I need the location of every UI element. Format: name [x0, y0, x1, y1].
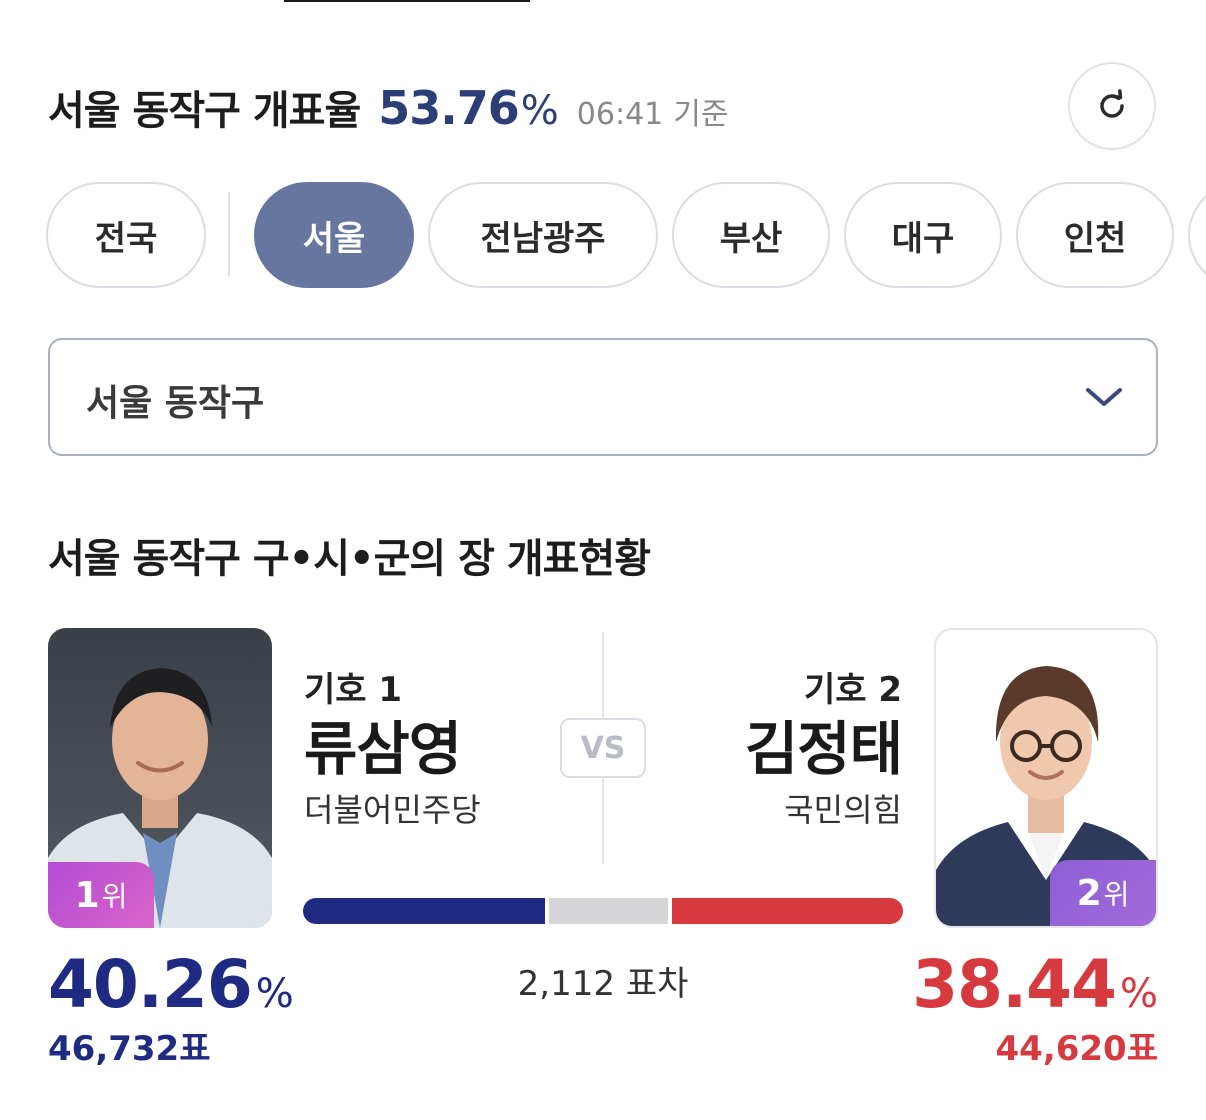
chevron-down-icon [1086, 388, 1122, 406]
candidate-party: 국민의힘 [784, 791, 902, 829]
tab-region-1[interactable]: 서울 [254, 182, 414, 288]
vs-badge: VS [560, 718, 646, 778]
tab-region-3[interactable]: 부산 [672, 182, 830, 288]
rank-unit: 위 [101, 880, 128, 913]
header: 서울 동작구 개표율 53.76 % 06:41 기준 [48, 78, 729, 135]
tab-label: 인천 [1063, 218, 1127, 259]
page-title: 서울 동작구 개표율 [48, 88, 361, 134]
vote-percent: 38.44 [912, 946, 1117, 1023]
candidate-1-result: 40.26% 46,732표 [48, 946, 294, 1070]
candidate-name: 류삼영 [304, 715, 462, 783]
tab-label: 부산 [719, 218, 783, 259]
section-title: 서울 동작구 구•시•군의 장 개표현황 [48, 536, 651, 582]
rank-number: 1 [74, 874, 100, 916]
district-select-value: 서울 동작구 [86, 383, 265, 424]
tab-region-5[interactable]: 인천 [1016, 182, 1174, 288]
count-rate-value: 53.76 [378, 81, 520, 135]
candidate-2-photo: 2위 [934, 628, 1158, 928]
candidate-1-info: 기호 1 류삼영 더불어민주당 [304, 668, 481, 834]
top-divider [284, 0, 530, 2]
vote-count: 44,620표 [995, 1029, 1158, 1069]
vote-bar-others [549, 898, 668, 924]
vote-bar-candidate-2 [672, 898, 903, 924]
tab-region-0[interactable]: 전국 [46, 182, 206, 288]
rank-unit: 위 [1103, 878, 1130, 911]
rank-badge: 2위 [1050, 860, 1156, 926]
update-time: 06:41 [576, 97, 664, 132]
vote-percent: 40.26 [48, 946, 253, 1023]
candidate-2-result: 38.44% 44,620표 [912, 946, 1158, 1070]
tab-label: 대구 [891, 218, 955, 259]
vote-share-bar [303, 898, 903, 924]
tab-region-4[interactable]: 대구 [844, 182, 1002, 288]
refresh-icon [1100, 89, 1124, 118]
refresh-button[interactable] [1068, 62, 1156, 150]
region-tabs: 전국 서울 전남광주 부산 대구 인천 [46, 182, 1206, 290]
tab-divider [228, 192, 230, 276]
candidate-name: 김정태 [744, 715, 903, 783]
vote-percent-unit: % [1119, 971, 1158, 1017]
district-select[interactable]: 서울 동작구 [48, 338, 1158, 456]
candidate-1-photo: 1위 [48, 628, 272, 928]
rank-badge: 1위 [48, 862, 154, 928]
tab-region-2[interactable]: 전남광주 [428, 182, 658, 288]
count-rate-unit: % [520, 88, 559, 134]
update-time-suffix: 기준 [673, 97, 729, 132]
tab-region-more[interactable] [1188, 182, 1206, 288]
vote-bar-candidate-1 [303, 898, 545, 924]
rank-number: 2 [1076, 872, 1102, 914]
candidate-2-info: 기호 2 김정태 국민의힘 [744, 668, 903, 834]
vote-percent-unit: % [255, 971, 294, 1017]
candidate-number: 기호 2 [803, 670, 902, 710]
tab-label: 전국 [94, 218, 158, 259]
candidate-party: 더불어민주당 [304, 791, 481, 829]
tab-label: 서울 [302, 218, 366, 259]
tab-label: 전남광주 [480, 218, 606, 259]
candidate-number: 기호 1 [304, 670, 403, 710]
vote-count: 46,732표 [48, 1029, 211, 1069]
